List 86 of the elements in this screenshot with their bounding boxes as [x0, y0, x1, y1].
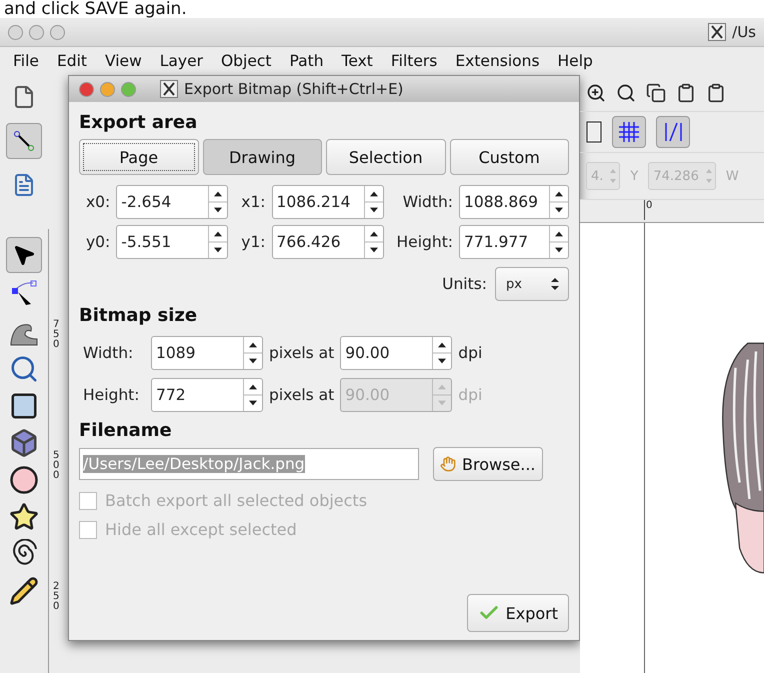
section-heading: Bitmap size [79, 305, 198, 326]
spin-field[interactable]: 772 [151, 378, 263, 412]
updown-arrows-icon [550, 277, 560, 291]
zoom-drawing-icon[interactable] [586, 83, 606, 103]
spin-field[interactable]: 90.00 [340, 336, 452, 370]
field-label: y0: [86, 233, 110, 251]
close-button[interactable] [79, 82, 94, 96]
spin-arrows-icon[interactable] [549, 226, 568, 258]
field-label: x1: [241, 193, 266, 211]
export-area-button[interactable]: Page [79, 139, 198, 175]
spin-arrows-icon[interactable] [432, 337, 452, 369]
pencil-tool-icon[interactable] [9, 576, 39, 606]
ruler-label: 0 [644, 200, 652, 220]
menu-item[interactable]: Path [280, 52, 333, 70]
guides-toggle[interactable] [656, 116, 690, 148]
field-label: pixels at [269, 386, 334, 404]
spin-field[interactable]: -2.654 [116, 185, 228, 219]
spin-arrows-icon[interactable] [364, 186, 383, 218]
spin-field[interactable]: 1089 [151, 336, 263, 370]
units-dropdown[interactable]: px [495, 267, 569, 301]
box-tool-icon[interactable] [9, 428, 39, 458]
menu-item[interactable]: Text [332, 52, 382, 70]
rectangle-tool-icon[interactable] [9, 391, 39, 421]
new-document-icon[interactable] [12, 85, 36, 109]
spin-arrows-icon[interactable] [243, 337, 262, 369]
zoom-page-icon[interactable] [616, 83, 636, 103]
spin-field[interactable]: 766.426 [272, 225, 384, 259]
caption-text: and click SAVE again. [3, 0, 188, 18]
menu-item[interactable]: File [4, 52, 48, 70]
hand-icon[interactable] [440, 456, 456, 472]
spin-arrows-icon[interactable] [208, 186, 228, 218]
x-logo-icon [708, 23, 726, 41]
ruler-label: 250 [53, 582, 60, 612]
field-label: W [726, 168, 739, 184]
spin-field[interactable]: 771.977 [459, 225, 569, 259]
window-title: /Us [732, 23, 756, 41]
grid-toggle[interactable] [612, 116, 646, 148]
ruler-label: 750 [53, 320, 60, 350]
duplicate-icon[interactable] [646, 83, 666, 103]
circle-tool-icon[interactable] [9, 465, 39, 495]
menu-item[interactable]: Filters [382, 52, 446, 70]
field-label: Height: [396, 233, 453, 251]
spin-field[interactable]: 1086.214 [272, 185, 384, 219]
menu-item[interactable]: Extensions [446, 52, 549, 70]
document-properties-icon[interactable] [12, 173, 36, 197]
ruler-label: 500 [53, 450, 60, 481]
spin-arrows-icon[interactable] [549, 186, 568, 218]
field-label: Height: [83, 386, 140, 404]
field-label: x0: [86, 193, 110, 211]
field-label: Width: [83, 344, 134, 362]
arrow-pointer-icon[interactable] [12, 243, 36, 267]
export-area-button[interactable]: Custom [450, 139, 569, 175]
checkbox-label: Batch export all selected objects [105, 491, 368, 510]
grid-icon [618, 121, 640, 143]
field-label: Width: [402, 193, 453, 211]
unit-label: dpi [458, 344, 482, 362]
menu-item[interactable]: Help [548, 52, 602, 70]
connector-icon[interactable] [13, 130, 35, 152]
export-area-button[interactable]: Drawing [202, 139, 322, 175]
spin-field[interactable]: 1088.869 [459, 185, 569, 219]
menu-item[interactable]: Layer [150, 52, 212, 70]
star-tool-icon[interactable] [9, 502, 39, 532]
checkbox-label: Hide all except selected [105, 520, 297, 539]
clipboard-icon[interactable] [676, 83, 696, 103]
spin-arrows-icon[interactable] [364, 226, 383, 258]
field-label: y1: [241, 233, 266, 251]
menu-item[interactable]: Edit [48, 52, 96, 70]
menu-item[interactable]: View [96, 52, 151, 70]
unit-label: dpi [458, 386, 482, 404]
spin-arrows-icon[interactable] [243, 379, 262, 411]
x-logo-icon [160, 80, 178, 98]
spin-arrows-icon[interactable] [208, 226, 228, 258]
dialog-title: Export Bitmap (Shift+Ctrl+E) [184, 80, 404, 98]
zoom-tool-icon[interactable] [9, 354, 39, 384]
menu-item[interactable]: Object [212, 52, 280, 70]
browse-button[interactable]: Browse... [433, 447, 543, 481]
page-icon[interactable] [586, 121, 602, 143]
spin-field[interactable]: -5.551 [116, 225, 228, 259]
section-heading: Export area [79, 112, 198, 133]
field-label: Y [630, 168, 638, 184]
field-label: Units: [442, 275, 487, 293]
section-heading: Filename [79, 420, 173, 441]
export-button[interactable]: Export [466, 594, 569, 632]
field-label: pixels at [269, 344, 334, 362]
clipboard-icon[interactable] [706, 83, 726, 103]
export-area-button[interactable]: Selection [326, 139, 446, 175]
